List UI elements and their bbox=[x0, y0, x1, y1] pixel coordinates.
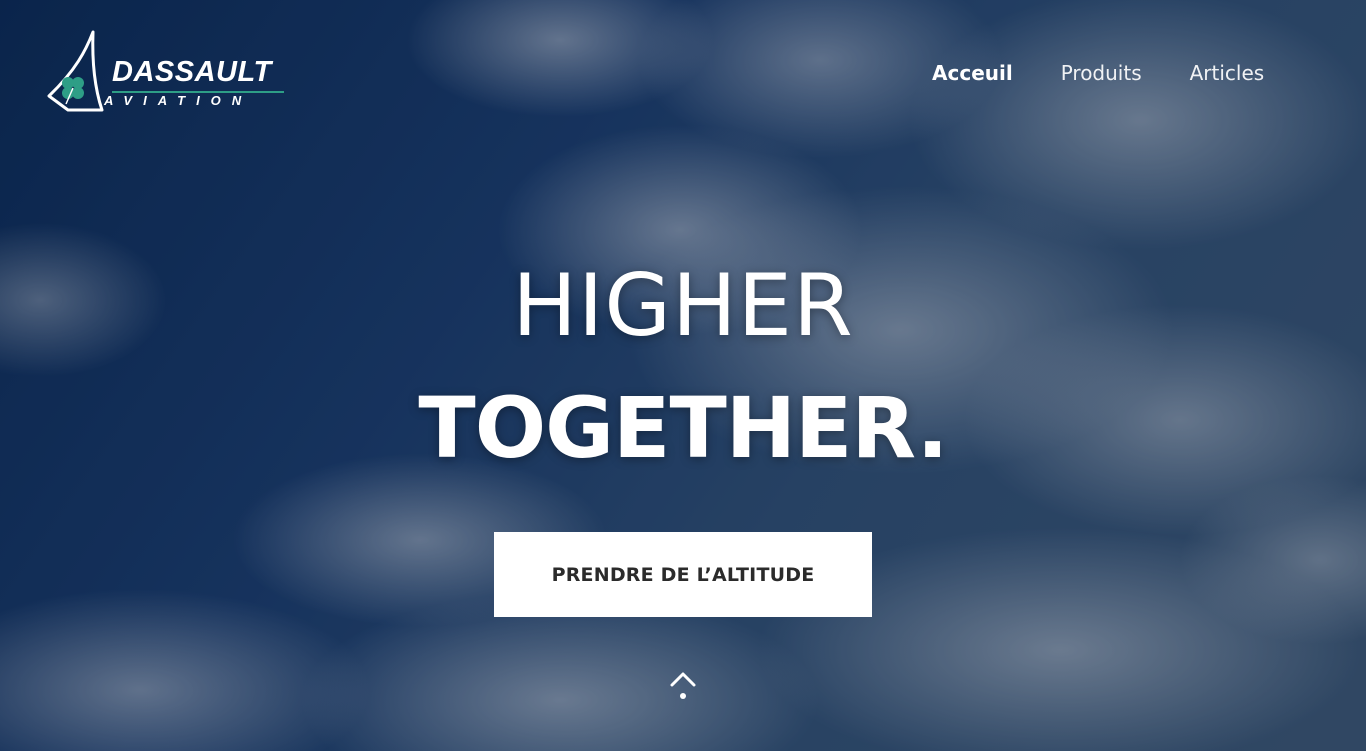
nav-item-produits[interactable]: Produits bbox=[1061, 59, 1142, 87]
hero-section: DASSAULT AVIATION Acceuil Produits Artic… bbox=[0, 0, 1366, 751]
site-header: DASSAULT AVIATION Acceuil Produits Artic… bbox=[0, 0, 1366, 140]
brand-name: DASSAULT bbox=[112, 56, 272, 88]
main-nav: Acceuil Produits Articles bbox=[932, 59, 1264, 87]
brand-subtitle: AVIATION bbox=[104, 93, 253, 108]
nav-item-articles[interactable]: Articles bbox=[1190, 59, 1265, 87]
chevron-up-icon bbox=[670, 672, 696, 699]
nav-item-acceuil[interactable]: Acceuil bbox=[932, 59, 1013, 87]
cta-button[interactable]: PRENDRE DE L’ALTITUDE bbox=[494, 532, 872, 617]
brand-logo[interactable]: DASSAULT AVIATION bbox=[46, 30, 298, 112]
hero-headline-line1: HIGHER bbox=[512, 256, 854, 356]
scroll-up-button[interactable] bbox=[667, 668, 699, 704]
hero-headline-line2: TOGETHER. bbox=[418, 379, 948, 477]
